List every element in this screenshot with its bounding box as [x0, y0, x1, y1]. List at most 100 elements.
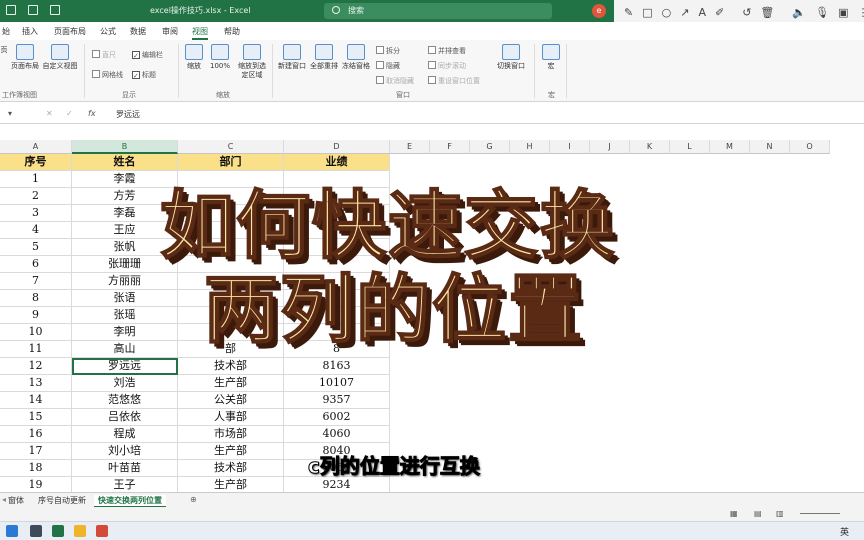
- table-cell[interactable]: 13: [0, 375, 72, 392]
- arrow-icon[interactable]: ↗: [680, 6, 689, 19]
- circle-icon[interactable]: ○: [662, 6, 672, 19]
- column-header[interactable]: K: [630, 140, 670, 154]
- table-cell[interactable]: 方丽丽: [72, 273, 178, 290]
- table-cell[interactable]: 8: [284, 341, 390, 358]
- switch-windows-button[interactable]: 切换窗口: [494, 44, 528, 71]
- camera-icon[interactable]: ▣: [838, 6, 848, 19]
- table-cell[interactable]: 罗远远: [72, 358, 178, 375]
- table-cell[interactable]: 8163: [284, 358, 390, 375]
- custom-views-button[interactable]: 自定义视图: [42, 44, 78, 71]
- ruler-checkbox[interactable]: 直尺: [92, 50, 116, 60]
- table-cell[interactable]: 6002: [284, 409, 390, 426]
- table-cell[interactable]: 8: [0, 290, 72, 307]
- excel-taskbar-icon[interactable]: [52, 525, 64, 537]
- tab-scroll-icon[interactable]: ◂: [2, 495, 6, 504]
- unhide-button[interactable]: 取消隐藏: [376, 76, 414, 86]
- function-icon[interactable]: fx: [88, 109, 96, 118]
- square-icon[interactable]: □: [642, 6, 652, 19]
- table-cell[interactable]: [284, 307, 390, 324]
- table-cell[interactable]: 5: [0, 239, 72, 256]
- table-cell[interactable]: 叶苗苗: [72, 460, 178, 477]
- add-sheet-icon[interactable]: ⊕: [190, 495, 197, 504]
- table-cell[interactable]: [284, 290, 390, 307]
- table-cell[interactable]: 部: [178, 341, 284, 358]
- zoom-100-button[interactable]: 100%: [206, 44, 234, 71]
- table-cell[interactable]: 8040: [284, 443, 390, 460]
- table-cell[interactable]: [178, 222, 284, 239]
- formula-input[interactable]: 罗远远: [116, 109, 140, 120]
- column-header[interactable]: C: [178, 140, 284, 154]
- table-cell[interactable]: 技术部: [178, 358, 284, 375]
- tab-home[interactable]: 始: [2, 26, 10, 37]
- table-cell[interactable]: [284, 324, 390, 341]
- table-cell[interactable]: 3: [0, 205, 72, 222]
- table-cell[interactable]: [178, 307, 284, 324]
- table-cell[interactable]: 人事部: [178, 409, 284, 426]
- table-cell[interactable]: 方芳: [72, 188, 178, 205]
- undo-icon[interactable]: ↺: [742, 6, 751, 19]
- column-header[interactable]: E: [390, 140, 430, 154]
- column-header[interactable]: I: [550, 140, 590, 154]
- macros-button[interactable]: 宏: [540, 44, 562, 71]
- redo-icon[interactable]: [50, 5, 60, 15]
- zoom-slider[interactable]: [800, 513, 840, 514]
- table-header-cell[interactable]: 序号: [0, 154, 72, 171]
- table-cell[interactable]: 9357: [284, 392, 390, 409]
- reset-window-position-button[interactable]: 重设窗口位置: [428, 76, 480, 86]
- table-header-cell[interactable]: 姓名: [72, 154, 178, 171]
- normal-view-icon[interactable]: ▦: [730, 509, 738, 518]
- table-cell[interactable]: [178, 239, 284, 256]
- table-cell[interactable]: [284, 256, 390, 273]
- page-layout-view-icon[interactable]: ▤: [754, 509, 762, 518]
- table-cell[interactable]: 16: [0, 426, 72, 443]
- table-cell[interactable]: [178, 188, 284, 205]
- page-break-view-icon[interactable]: ▥: [776, 509, 784, 518]
- name-box-dropdown-icon[interactable]: ▾: [8, 109, 12, 118]
- column-header[interactable]: N: [750, 140, 790, 154]
- start-icon[interactable]: [6, 525, 18, 537]
- table-cell[interactable]: 10: [0, 324, 72, 341]
- table-cell[interactable]: 18: [0, 460, 72, 477]
- table-cell[interactable]: 生产部: [178, 375, 284, 392]
- column-header[interactable]: M: [710, 140, 750, 154]
- table-cell[interactable]: [178, 256, 284, 273]
- freeze-panes-button[interactable]: 冻结窗格: [340, 44, 372, 71]
- speaker-icon[interactable]: 🔈: [792, 6, 806, 19]
- table-cell[interactable]: 程成: [72, 426, 178, 443]
- table-cell[interactable]: [178, 273, 284, 290]
- table-cell[interactable]: 10107: [284, 375, 390, 392]
- pen-icon[interactable]: ✎: [624, 6, 633, 19]
- tab-help[interactable]: 帮助: [224, 26, 240, 37]
- search-box[interactable]: 搜索: [324, 3, 552, 19]
- tab-insert[interactable]: 插入: [22, 26, 38, 37]
- table-cell[interactable]: 吕依依: [72, 409, 178, 426]
- page-layout-view-button[interactable]: 页面布局: [10, 44, 40, 71]
- table-cell[interactable]: 9: [0, 307, 72, 324]
- sheet-tab-forms[interactable]: 窗体: [8, 495, 24, 506]
- table-cell[interactable]: [284, 205, 390, 222]
- sync-scroll-button[interactable]: 同步滚动: [428, 61, 466, 71]
- table-cell[interactable]: 11: [0, 341, 72, 358]
- table-cell[interactable]: [284, 222, 390, 239]
- account-avatar[interactable]: e: [592, 4, 606, 18]
- trash-icon[interactable]: 🗑: [760, 6, 774, 19]
- table-cell[interactable]: 李磊: [72, 205, 178, 222]
- table-cell[interactable]: [284, 239, 390, 256]
- column-header[interactable]: H: [510, 140, 550, 154]
- table-cell[interactable]: 14: [0, 392, 72, 409]
- sheet-tab-auto-number[interactable]: 序号自动更新: [38, 495, 86, 506]
- column-header[interactable]: L: [670, 140, 710, 154]
- table-header-cell[interactable]: 业绩: [284, 154, 390, 171]
- gridlines-checkbox[interactable]: 网格线: [92, 70, 123, 80]
- table-cell[interactable]: 张珊珊: [72, 256, 178, 273]
- tab-review[interactable]: 审阅: [162, 26, 178, 37]
- table-cell[interactable]: 张帆: [72, 239, 178, 256]
- table-cell[interactable]: 高山: [72, 341, 178, 358]
- undo-icon[interactable]: [28, 5, 38, 15]
- table-cell[interactable]: [178, 171, 284, 188]
- tab-view[interactable]: 视图: [192, 26, 208, 40]
- table-cell[interactable]: [178, 205, 284, 222]
- save-icon[interactable]: [6, 5, 16, 15]
- hide-button[interactable]: 隐藏: [376, 61, 400, 71]
- table-cell[interactable]: 4: [0, 222, 72, 239]
